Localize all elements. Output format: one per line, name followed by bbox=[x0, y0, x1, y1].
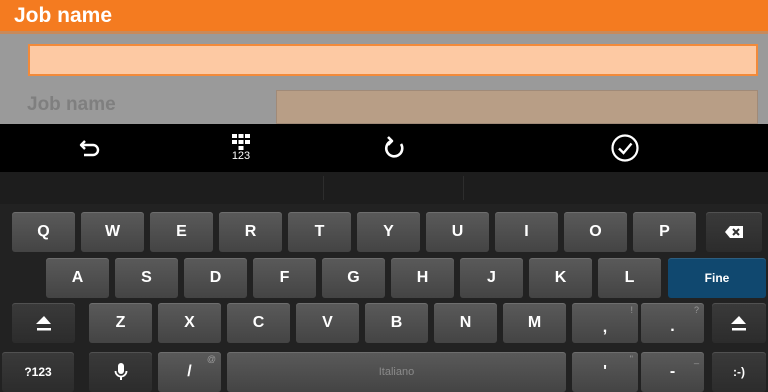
key-comma[interactable]: ! , bbox=[572, 303, 638, 343]
numpad-label: 123 bbox=[231, 150, 251, 162]
key-s[interactable]: S bbox=[115, 258, 178, 298]
enter-key[interactable]: Fine bbox=[668, 258, 766, 298]
backspace-key[interactable] bbox=[706, 212, 762, 252]
key-i[interactable]: I bbox=[495, 212, 558, 252]
key-slash-hint: @ bbox=[206, 354, 216, 364]
key-period[interactable]: ? . bbox=[641, 303, 704, 343]
key-g[interactable]: G bbox=[322, 258, 385, 298]
job-name-input[interactable] bbox=[28, 44, 758, 76]
key-c[interactable]: C bbox=[227, 303, 290, 343]
key-dash-hint: _ bbox=[693, 354, 699, 364]
key-p[interactable]: P bbox=[633, 212, 696, 252]
undo-button[interactable] bbox=[40, 124, 140, 172]
key-r[interactable]: R bbox=[219, 212, 282, 252]
key-y[interactable]: Y bbox=[357, 212, 420, 252]
key-t[interactable]: T bbox=[288, 212, 351, 252]
numpad-icon bbox=[232, 134, 250, 150]
key-period-hint: ? bbox=[693, 305, 699, 315]
key-comma-hint: ! bbox=[630, 305, 633, 315]
shift-icon bbox=[35, 316, 51, 331]
dialog-title: Job name bbox=[0, 0, 768, 34]
key-n[interactable]: N bbox=[434, 303, 497, 343]
space-key[interactable]: Italiano bbox=[227, 352, 566, 392]
shift-key-right[interactable] bbox=[712, 303, 766, 343]
key-comma-label: , bbox=[602, 319, 608, 336]
key-a[interactable]: A bbox=[46, 258, 109, 298]
emoticon-key[interactable]: :-) bbox=[712, 352, 766, 392]
key-q[interactable]: Q bbox=[12, 212, 75, 252]
key-l[interactable]: L bbox=[598, 258, 661, 298]
key-slash[interactable]: @ / bbox=[158, 352, 221, 392]
key-apostrophe[interactable]: " ' bbox=[572, 352, 638, 392]
undo-icon bbox=[79, 140, 100, 157]
symbols-key[interactable]: ?123 bbox=[2, 352, 74, 392]
redo-icon bbox=[384, 136, 404, 158]
check-circle-icon bbox=[611, 134, 639, 162]
soft-keyboard: Q W E R T Y U I O P A S D F G H J K L Fi… bbox=[0, 204, 768, 392]
key-w[interactable]: W bbox=[81, 212, 144, 252]
shift-key-left[interactable] bbox=[12, 303, 75, 343]
key-v[interactable]: V bbox=[296, 303, 359, 343]
key-m[interactable]: M bbox=[503, 303, 566, 343]
key-apostrophe-label: ' bbox=[603, 363, 607, 380]
key-slash-label: / bbox=[187, 363, 192, 380]
suggestion-strip[interactable] bbox=[0, 172, 768, 204]
key-j[interactable]: J bbox=[460, 258, 523, 298]
form-label-job-name: Job name bbox=[27, 94, 116, 115]
key-b[interactable]: B bbox=[365, 303, 428, 343]
key-h[interactable]: H bbox=[391, 258, 454, 298]
key-x[interactable]: X bbox=[158, 303, 221, 343]
key-f[interactable]: F bbox=[253, 258, 316, 298]
redo-button[interactable] bbox=[345, 124, 445, 172]
done-button[interactable] bbox=[575, 124, 675, 172]
keyboard-action-bar: 123 bbox=[0, 124, 768, 172]
form-field-job-name[interactable] bbox=[276, 90, 758, 124]
key-k[interactable]: K bbox=[529, 258, 592, 298]
key-apostrophe-hint: " bbox=[629, 354, 633, 364]
voice-input-key[interactable] bbox=[89, 352, 152, 392]
microphone-icon bbox=[114, 363, 127, 380]
numpad-button[interactable]: 123 bbox=[191, 124, 291, 172]
key-period-label: . bbox=[670, 318, 675, 335]
shift-icon bbox=[731, 316, 746, 331]
suggestion-divider bbox=[463, 176, 464, 200]
key-u[interactable]: U bbox=[426, 212, 489, 252]
backspace-icon bbox=[725, 226, 743, 238]
key-z[interactable]: Z bbox=[89, 303, 152, 343]
suggestion-divider bbox=[323, 176, 324, 200]
key-dash[interactable]: _ - bbox=[641, 352, 704, 392]
key-o[interactable]: O bbox=[564, 212, 627, 252]
key-d[interactable]: D bbox=[184, 258, 247, 298]
key-e[interactable]: E bbox=[150, 212, 213, 252]
key-dash-label: - bbox=[669, 363, 676, 380]
